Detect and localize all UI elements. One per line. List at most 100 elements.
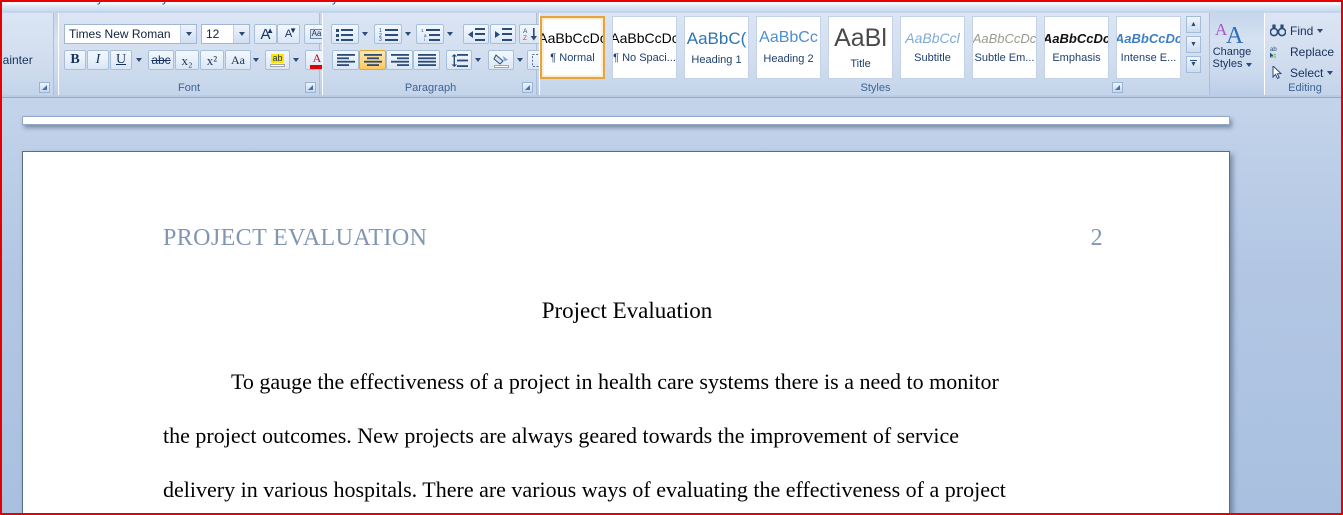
- bullets-icon[interactable]: [331, 24, 359, 44]
- multilevel-list-icon[interactable]: 1 a i: [416, 24, 444, 44]
- justify-icon[interactable]: [413, 50, 440, 70]
- style-tile-title[interactable]: AaBl Title: [828, 16, 893, 79]
- svg-text:ab: ab: [1270, 47, 1277, 53]
- select-button[interactable]: Select: [1267, 63, 1341, 82]
- highlight-dropdown-arrow[interactable]: [290, 50, 301, 70]
- more-styles-glyph: ▼: [1190, 60, 1197, 68]
- align-left-icon[interactable]: [332, 50, 359, 70]
- subscript-button[interactable]: x₂: [175, 50, 199, 70]
- change-styles-button[interactable]: A A Change Styles: [1201, 15, 1263, 73]
- shading-dropdown-arrow[interactable]: [514, 50, 525, 70]
- multilevel-dropdown-arrow[interactable]: [444, 24, 456, 44]
- style-name: ¶ No Spaci...: [613, 52, 676, 64]
- style-preview: AaBbCcDc: [1044, 30, 1109, 46]
- font-size-value: 12: [206, 27, 220, 41]
- style-tile-normal[interactable]: AaBbCcDc ¶ Normal: [540, 16, 605, 79]
- find-label: Find: [1290, 23, 1314, 38]
- highlight-color-icon[interactable]: ab: [265, 50, 290, 70]
- font-size-dropdown-arrow[interactable]: [233, 25, 249, 43]
- shading-icon[interactable]: [488, 50, 514, 70]
- svg-text:Z: Z: [523, 35, 527, 41]
- styles-more-button[interactable]: ▼: [1186, 56, 1201, 73]
- group-label-paragraph: Paragraph: [404, 82, 457, 94]
- font-name-dropdown-arrow[interactable]: [180, 25, 196, 43]
- superscript-button[interactable]: x²: [200, 50, 224, 70]
- align-right-icon[interactable]: [386, 50, 413, 70]
- document-work-area: PROJECT EVALUATION 2 Project Evaluation …: [2, 98, 1341, 513]
- style-preview: AaBl: [834, 23, 887, 52]
- format-painter-label: t Painter: [2, 53, 33, 67]
- find-button[interactable]: Find: [1267, 21, 1341, 40]
- ribbon-group-paragraph: 123 1 a i A Z Paragraph: [322, 13, 570, 95]
- document-header: PROJECT EVALUATION 2: [163, 225, 1103, 252]
- clipboard-dialog-launcher[interactable]: [39, 82, 50, 93]
- highlight-label: ab: [271, 53, 284, 63]
- ribbon: y y y t Painter Times New Roman 12 A ▲ A…: [2, 2, 1341, 98]
- bold-label: B: [70, 52, 80, 67]
- group-label-styles: Styles: [860, 82, 891, 94]
- horizontal-ruler[interactable]: [22, 116, 1230, 125]
- grow-font-icon[interactable]: A ▲: [254, 24, 277, 44]
- subscript-label: x₂: [181, 52, 193, 68]
- style-tile-heading-2[interactable]: AaBbCc Heading 2: [756, 16, 821, 79]
- style-tile-subtle-em[interactable]: AaBbCcDc Subtle Em...: [972, 16, 1037, 79]
- italic-label: I: [95, 52, 101, 67]
- style-preview: AaBbCcDc: [612, 30, 677, 46]
- change-case-dropdown-arrow[interactable]: [250, 50, 262, 70]
- increase-indent-icon[interactable]: [490, 24, 516, 44]
- style-name: Title: [850, 57, 871, 70]
- scroll-down-glyph: ▼: [1190, 41, 1197, 48]
- decrease-indent-icon[interactable]: [463, 24, 489, 44]
- replace-button[interactable]: ab ac Replace: [1267, 42, 1341, 61]
- font-size-combo[interactable]: 12: [201, 24, 250, 44]
- bullets-dropdown-arrow[interactable]: [359, 24, 371, 44]
- format-painter-button[interactable]: t Painter: [2, 51, 53, 69]
- document-page[interactable]: PROJECT EVALUATION 2 Project Evaluation …: [22, 151, 1230, 513]
- style-tile-intense-e[interactable]: AaBbCcDc Intense E...: [1116, 16, 1181, 79]
- superscript-label: x²: [206, 52, 218, 68]
- ribbon-tab-strip[interactable]: y y y: [2, 2, 1341, 11]
- style-tile-no-spaci[interactable]: AaBbCcDc ¶ No Spaci...: [612, 16, 677, 79]
- style-name: Intense E...: [1120, 51, 1177, 64]
- shrink-arrow-down-icon: ▼: [289, 26, 297, 35]
- header-title-text: PROJECT EVALUATION: [163, 225, 428, 251]
- styles-scroll-up-button[interactable]: ▲: [1186, 16, 1201, 33]
- style-tile-subtitle[interactable]: AaBbCcl Subtitle: [900, 16, 965, 79]
- font-name-combo[interactable]: Times New Roman: [64, 24, 197, 44]
- style-preview: AaBbCcDc: [972, 30, 1037, 46]
- shading-color-swatch: [493, 65, 509, 68]
- cursor-arrow-icon: [1272, 66, 1283, 79]
- numbering-icon[interactable]: 123: [374, 24, 402, 44]
- tab-ghost-2[interactable]: y: [162, 2, 168, 5]
- underline-dropdown-arrow[interactable]: [132, 50, 145, 70]
- underline-button[interactable]: U: [110, 50, 132, 70]
- style-preview: AaBbC(: [686, 28, 747, 48]
- body-line-1: To gauge the effectiveness of a project …: [231, 369, 999, 394]
- bold-button[interactable]: B: [64, 50, 86, 70]
- styles-dialog-launcher[interactable]: [1112, 82, 1123, 93]
- align-center-icon[interactable]: [359, 50, 386, 70]
- ribbon-group-font: Times New Roman 12 A ▲ A ▼ Aa B I U abc …: [58, 13, 338, 95]
- styles-scroll-down-button[interactable]: ▼: [1186, 36, 1201, 53]
- line-spacing-dropdown-arrow[interactable]: [472, 50, 484, 70]
- style-name: Heading 2: [763, 53, 814, 65]
- font-dialog-launcher[interactable]: [305, 82, 316, 93]
- style-preview: AaBbCc: [759, 29, 818, 46]
- style-name: Subtitle: [914, 52, 951, 64]
- numbering-dropdown-arrow[interactable]: [402, 24, 414, 44]
- replace-icon: ab ac: [1270, 47, 1277, 58]
- underline-label: U: [115, 52, 127, 67]
- style-tile-heading-1[interactable]: AaBbC(Heading 1: [684, 16, 749, 79]
- tab-ghost-1[interactable]: y: [97, 2, 103, 5]
- strikethrough-button[interactable]: abc: [148, 50, 174, 70]
- line-spacing-icon[interactable]: [446, 50, 472, 70]
- tab-ghost-3[interactable]: y: [332, 2, 338, 5]
- shrink-font-icon[interactable]: A ▼: [277, 24, 300, 44]
- style-name: Subtle Em...: [974, 51, 1035, 64]
- italic-button[interactable]: I: [87, 50, 109, 70]
- paragraph-dialog-launcher[interactable]: [522, 82, 533, 93]
- ribbon-group-editing: Find ab ac Replace Select Editing: [1264, 13, 1341, 95]
- style-tile-emphasis[interactable]: AaBbCcDc Emphasis: [1044, 16, 1109, 79]
- change-case-button[interactable]: Aa: [225, 50, 251, 70]
- change-styles-label-1: Change: [1212, 45, 1252, 58]
